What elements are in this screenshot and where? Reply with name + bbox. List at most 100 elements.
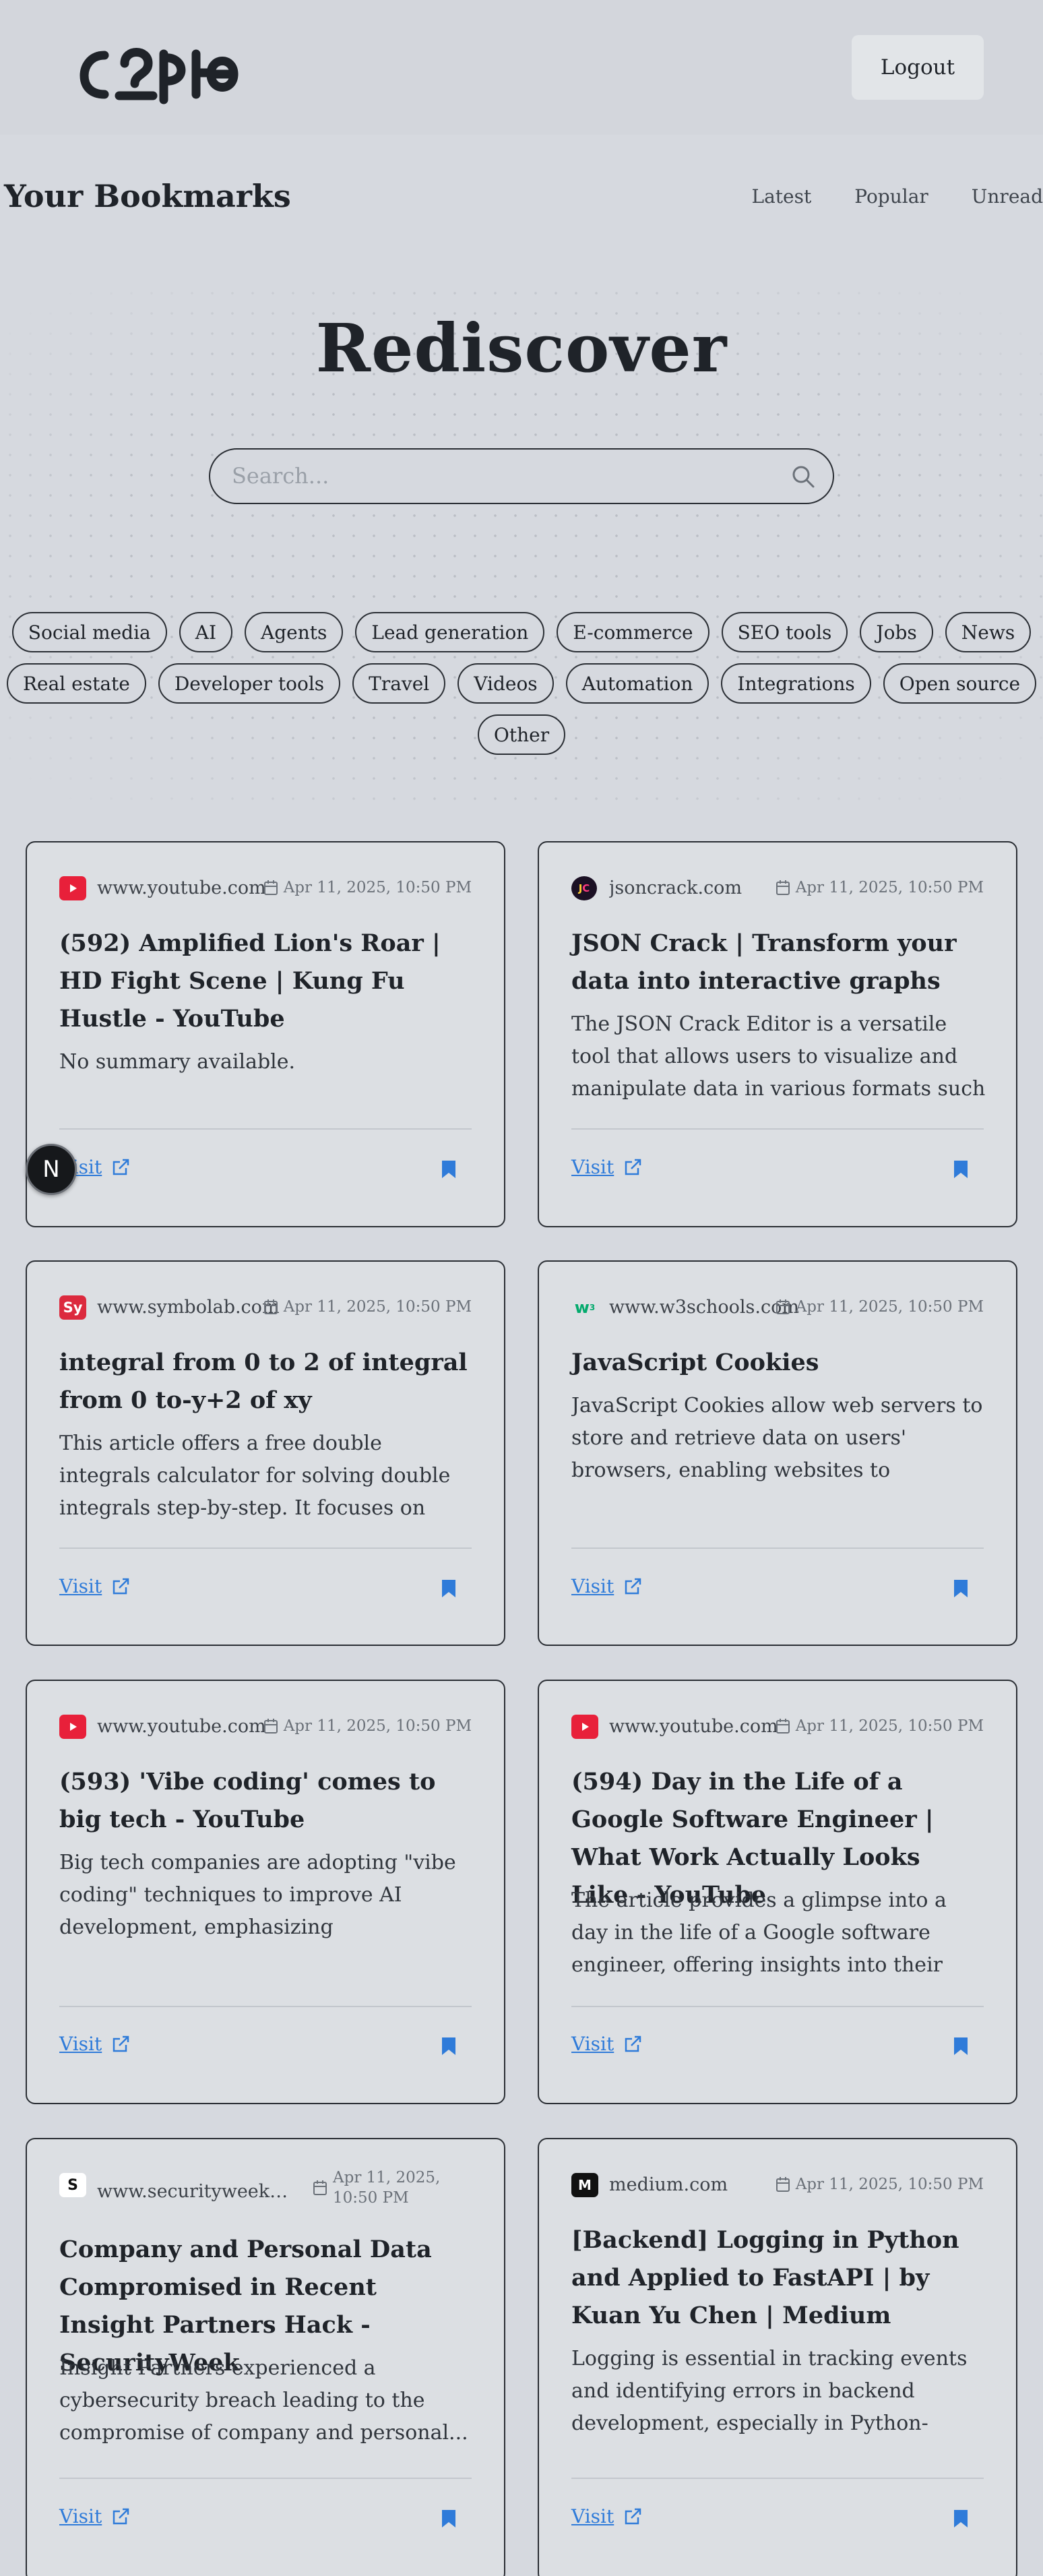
bookmark-icon[interactable] (953, 2509, 969, 2529)
tag-integrations[interactable]: Integrations (721, 663, 871, 704)
card-title[interactable]: (592) Amplified Lion's Roar | HD Fight S… (59, 925, 472, 1038)
visit-link[interactable]: Visit (571, 1156, 642, 1178)
card-summary: Insight Partners experienced a cybersecu… (59, 2356, 468, 2445)
card-summary: JavaScript Cookies allow web servers to … (571, 1394, 983, 1482)
calendar-icon (776, 880, 790, 895)
logo[interactable] (77, 35, 246, 109)
card-summary: Logging is essential in tracking events … (571, 2347, 968, 2435)
card-summary: Big tech companies are adopting "vibe co… (59, 1851, 456, 1939)
card-header: S www.securityweek.c... Apr 11, 2025, 10… (59, 2169, 472, 2207)
tag-e-commerce[interactable]: E-commerce (557, 612, 709, 652)
card-date: Apr 11, 2025, 10:50 PM (776, 879, 984, 896)
card-header: w3 www.w3schools.com Apr 11, 2025, 10:50… (571, 1294, 984, 1321)
bookmark-icon[interactable] (953, 1578, 969, 1599)
search-input[interactable] (232, 450, 771, 502)
card-date: Apr 11, 2025, 10:50 PM (263, 1717, 472, 1735)
bookmark-icon[interactable] (441, 2509, 457, 2529)
card-title[interactable]: JSON Crack | Transform your data into in… (571, 925, 984, 1000)
tag-row-3: Other (0, 714, 1043, 755)
tag-videos[interactable]: Videos (457, 663, 554, 704)
card-date-text: Apr 11, 2025, 10:50 PM (795, 1298, 984, 1316)
card-domain: www.youtube.com (97, 1716, 266, 1737)
bookmark-icon[interactable] (441, 1578, 457, 1599)
dev-tools-badge[interactable]: N (26, 1144, 77, 1195)
calendar-icon (776, 1719, 790, 1734)
external-link-icon (113, 2035, 129, 2052)
card-title[interactable]: (593) 'Vibe coding' comes to big tech - … (59, 1763, 472, 1839)
bookmark-card: JC jsoncrack.com Apr 11, 2025, 10:50 PM … (538, 841, 1017, 1227)
visit-link[interactable]: Visit (571, 1575, 642, 1597)
tag-seo-tools[interactable]: SEO tools (721, 612, 848, 652)
visit-label: Visit (571, 1575, 614, 1597)
top-bar: Logout (0, 0, 1043, 135)
visit-link[interactable]: Visit (571, 2033, 642, 2055)
visit-link[interactable]: Visit (59, 2505, 130, 2527)
card-header: www.youtube.com Apr 11, 2025, 10:50 PM (571, 1713, 984, 1740)
logout-button[interactable]: Logout (852, 35, 984, 100)
medium-icon: M (571, 2173, 598, 2197)
external-link-icon (113, 1159, 129, 1175)
visit-label: Visit (571, 2033, 614, 2055)
card-divider (59, 2006, 472, 2007)
tag-jobs[interactable]: Jobs (860, 612, 933, 652)
tag-social-media[interactable]: Social media (11, 612, 167, 652)
search-icon[interactable] (791, 464, 815, 489)
calendar-icon (263, 1719, 278, 1734)
card-date-text: Apr 11, 2025, 10:50 PM (283, 879, 472, 896)
card-date: Apr 11, 2025, 10:50 PM (263, 879, 472, 896)
card-date: Apr 11, 2025, 10:50 PM (776, 2176, 984, 2193)
card-title[interactable]: JavaScript Cookies (571, 1344, 984, 1382)
card-date: Apr 11, 2025, 10:50 PM (776, 1717, 984, 1735)
card-title[interactable]: [Backend] Logging in Python and Applied … (571, 2221, 984, 2335)
card-domain: medium.com (609, 2174, 728, 2195)
bookmark-card: www.youtube.com Apr 11, 2025, 10:50 PM (… (26, 1680, 505, 2104)
external-link-icon (625, 2508, 641, 2524)
bookmark-icon[interactable] (441, 1159, 457, 1179)
calendar-icon (776, 1299, 790, 1314)
card-date-text: Apr 11, 2025, 10:50 PM (795, 1717, 984, 1735)
bookmark-icon[interactable] (441, 2036, 457, 2056)
tag-other[interactable]: Other (477, 714, 566, 755)
card-title[interactable]: integral from 0 to 2 of integral from 0 … (59, 1344, 472, 1419)
card-divider (571, 2006, 984, 2007)
card-summary: This article offers a free double integr… (59, 1432, 451, 1520)
calendar-icon (776, 2177, 790, 2192)
page-title: Your Bookmarks (4, 178, 291, 214)
nav-popular[interactable]: Popular (854, 185, 928, 208)
tag-lead-generation[interactable]: Lead generation (355, 612, 545, 652)
tag-travel[interactable]: Travel (352, 663, 446, 704)
tag-automation[interactable]: Automation (565, 663, 709, 704)
card-domain: www.securityweek.c... (97, 2181, 292, 2202)
visit-label: Visit (571, 1156, 614, 1178)
calendar-icon (263, 1299, 278, 1314)
bookmark-card: S www.securityweek.c... Apr 11, 2025, 10… (26, 2138, 505, 2576)
w3schools-icon: w3 (574, 1298, 596, 1317)
visit-link[interactable]: Visit (571, 2505, 642, 2527)
youtube-icon (59, 1715, 86, 1739)
card-divider (571, 1547, 984, 1549)
bookmark-card: www.youtube.com Apr 11, 2025, 10:50 PM (… (26, 841, 505, 1227)
bookmark-card: M medium.com Apr 11, 2025, 10:50 PM [Bac… (538, 2138, 1017, 2576)
card-summary: The article provides a glimpse into a da… (571, 1889, 947, 1977)
search-box (209, 448, 834, 504)
card-domain: www.w3schools.com (609, 1297, 799, 1318)
bookmark-icon[interactable] (953, 2036, 969, 2056)
card-header: www.youtube.com Apr 11, 2025, 10:50 PM (59, 875, 472, 902)
nav-unread[interactable]: Unread (972, 185, 1043, 208)
tag-real-estate[interactable]: Real estate (6, 663, 146, 704)
card-date-text: Apr 11, 2025, 10:50 PM (333, 2169, 441, 2207)
visit-link[interactable]: Visit (59, 2033, 130, 2055)
visit-link[interactable]: Visit (59, 1575, 130, 1597)
tag-ai[interactable]: AI (179, 612, 232, 652)
tag-open-source[interactable]: Open source (883, 663, 1037, 704)
calendar-icon (263, 880, 278, 895)
external-link-icon (625, 1578, 641, 1594)
tag-news[interactable]: News (945, 612, 1032, 652)
tag-developer-tools[interactable]: Developer tools (158, 663, 341, 704)
bookmark-icon[interactable] (953, 1159, 969, 1179)
card-summary: No summary available. (59, 1050, 296, 1074)
card-header: M medium.com Apr 11, 2025, 10:50 PM (571, 2172, 984, 2199)
card-divider (571, 2478, 984, 2479)
tag-agents[interactable]: Agents (245, 612, 344, 652)
nav-latest[interactable]: Latest (752, 185, 812, 208)
